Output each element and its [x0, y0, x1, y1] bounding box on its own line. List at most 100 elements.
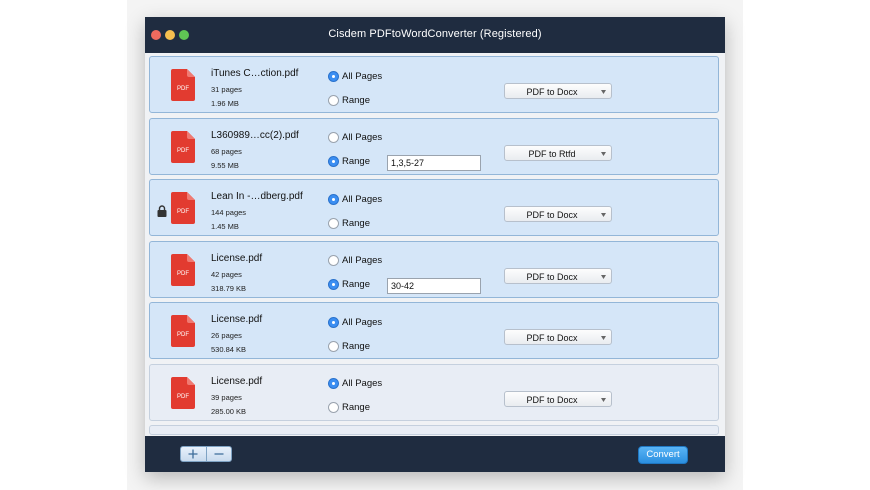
- pdf-icon-label: PDF: [177, 148, 189, 154]
- pdf-file-icon: PDF: [171, 315, 195, 347]
- all-pages-label: All Pages: [342, 132, 383, 143]
- all-pages-radio[interactable]: [328, 70, 339, 82]
- file-name: License.pdf: [211, 375, 263, 387]
- plus-icon: [188, 449, 198, 459]
- file-row[interactable]: PDF License.pdf 39 pages 285.00 KB All Pages…: [149, 363, 719, 421]
- output-format-select[interactable]: PDF to Docx: [504, 390, 612, 407]
- all-pages-label: All Pages: [342, 255, 383, 266]
- all-pages-option[interactable]: All Pages: [328, 377, 382, 391]
- range-radio[interactable]: [328, 217, 339, 229]
- page-count: 144 pages: [211, 208, 247, 217]
- pdf-file-icon: PDF: [171, 376, 195, 409]
- file-name: License.pdf: [211, 252, 263, 264]
- output-format-value: PDF to Rtfd: [528, 148, 576, 159]
- window-title: Cisdem PDFtoWordConverter (Registered): [328, 28, 542, 40]
- chevron-down-icon: [601, 90, 606, 94]
- app-window: Cisdem PDFtoWordConverter (Registered) P…: [145, 17, 725, 472]
- file-size: 1.96 MB: [211, 99, 239, 108]
- range-radio[interactable]: [328, 340, 339, 352]
- file-size: 9.55 MB: [211, 160, 239, 170]
- file-size: 1.45 MB: [211, 222, 239, 231]
- all-pages-label: All Pages: [342, 316, 383, 328]
- file-size: 285.00 KB: [211, 406, 247, 416]
- chevron-down-icon: [601, 213, 606, 217]
- file-list[interactable]: PDF iTunes C…ction.pdf 31 pages 1.96 MB All …: [145, 53, 725, 436]
- file-row[interactable]: PDF iTunes C…ction.pdf 31 pages 1.96 MB All …: [149, 56, 719, 113]
- output-format-select[interactable]: PDF to Docx: [504, 83, 612, 99]
- all-pages-radio[interactable]: [328, 132, 339, 143]
- all-pages-option[interactable]: All Pages: [328, 131, 382, 145]
- range-label: Range: [342, 340, 370, 352]
- lock-icon: [157, 205, 167, 217]
- all-pages-option[interactable]: All Pages: [328, 69, 382, 83]
- all-pages-option[interactable]: All Pages: [328, 192, 382, 206]
- file-size: 530.84 KB: [211, 345, 247, 354]
- remove-file-button[interactable]: [205, 447, 232, 461]
- range-option[interactable]: Range: [328, 401, 370, 415]
- chevron-down-icon: [601, 397, 606, 402]
- file-row[interactable]: PDF License.pdf 26 pages 530.84 KB All Pages…: [149, 302, 719, 359]
- file-row-partial[interactable]: [149, 425, 719, 435]
- chevron-down-icon: [601, 336, 606, 340]
- add-remove-group: [180, 446, 232, 462]
- minus-icon: [214, 453, 224, 455]
- file-row[interactable]: PDF Lean In -…dberg.pdf 144 pages 1.45 MB Al…: [149, 179, 719, 236]
- chevron-down-icon: [601, 274, 606, 279]
- pdf-file-icon: PDF: [171, 192, 195, 224]
- range-option[interactable]: Range: [328, 339, 370, 353]
- page-range-input[interactable]: 30-42: [387, 277, 481, 294]
- pdf-file-icon: PDF: [171, 130, 195, 163]
- page-count: 39 pages: [211, 392, 242, 402]
- pdf-icon-label: PDF: [177, 394, 189, 400]
- range-label: Range: [342, 217, 370, 229]
- title-bar: Cisdem PDFtoWordConverter (Registered): [145, 17, 725, 53]
- output-format-value: PDF to Docx: [526, 271, 578, 282]
- file-size: 318.79 KB: [211, 283, 247, 293]
- page-count: 31 pages: [211, 85, 242, 94]
- page-count: 26 pages: [211, 331, 242, 340]
- bottom-toolbar: Convert: [145, 436, 725, 472]
- convert-button[interactable]: Convert: [638, 446, 688, 464]
- add-file-button[interactable]: [181, 447, 206, 461]
- range-radio[interactable]: [328, 402, 339, 413]
- output-format-select[interactable]: PDF to Docx: [504, 206, 612, 222]
- page-count: 42 pages: [211, 269, 242, 279]
- output-format-select[interactable]: PDF to Rtfd: [504, 144, 612, 161]
- all-pages-radio[interactable]: [328, 193, 339, 205]
- range-option[interactable]: Range: [328, 93, 370, 107]
- range-radio[interactable]: [328, 94, 339, 106]
- range-label: Range: [342, 402, 370, 413]
- range-option[interactable]: Range: [328, 155, 370, 169]
- all-pages-label: All Pages: [342, 378, 383, 389]
- pdf-icon-label: PDF: [177, 332, 189, 338]
- output-format-value: PDF to Docx: [526, 394, 578, 405]
- file-name: Lean In -…dberg.pdf: [211, 191, 303, 202]
- output-format-value: PDF to Docx: [526, 87, 578, 97]
- range-label: Range: [342, 279, 370, 290]
- pdf-icon-label: PDF: [177, 271, 189, 277]
- range-label: Range: [342, 156, 370, 167]
- all-pages-label: All Pages: [342, 70, 383, 82]
- output-format-select[interactable]: PDF to Docx: [504, 267, 612, 284]
- output-format-value: PDF to Docx: [526, 210, 578, 220]
- range-radio[interactable]: [328, 156, 339, 167]
- all-pages-option[interactable]: All Pages: [328, 254, 382, 268]
- pdf-icon-label: PDF: [177, 86, 189, 92]
- all-pages-radio[interactable]: [328, 378, 339, 389]
- file-row[interactable]: PDF L360989…cc(2).pdf 68 pages 9.55 MB All P…: [149, 117, 719, 175]
- pdf-icon-label: PDF: [177, 209, 189, 215]
- all-pages-option[interactable]: All Pages: [328, 315, 382, 329]
- range-option[interactable]: Range: [328, 278, 370, 292]
- pdf-file-icon: PDF: [171, 69, 195, 101]
- page-count: 68 pages: [211, 146, 242, 156]
- page-range-input[interactable]: 1,3,5-27: [387, 154, 481, 171]
- all-pages-radio[interactable]: [328, 255, 339, 266]
- file-row[interactable]: PDF License.pdf 42 pages 318.79 KB All Pages…: [149, 240, 719, 298]
- output-format-value: PDF to Docx: [526, 333, 578, 343]
- range-radio[interactable]: [328, 279, 339, 290]
- pdf-file-icon: PDF: [171, 253, 195, 286]
- all-pages-radio[interactable]: [328, 316, 339, 328]
- range-option[interactable]: Range: [328, 216, 370, 230]
- output-format-select[interactable]: PDF to Docx: [504, 329, 612, 345]
- file-name: iTunes C…ction.pdf: [211, 68, 299, 79]
